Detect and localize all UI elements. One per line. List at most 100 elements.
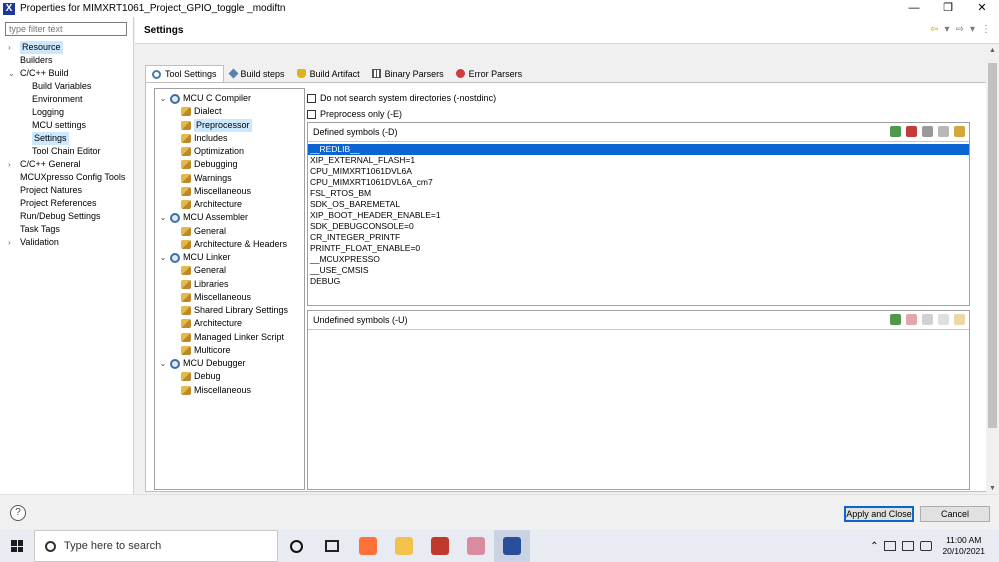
nav-item-c-c-general[interactable]: › C/C++ General xyxy=(0,158,134,171)
tree-item-miscellaneous[interactable]: Miscellaneous xyxy=(181,291,251,304)
nav-item-run-debug-settings[interactable]: Run/Debug Settings xyxy=(0,210,134,223)
move-up-icon[interactable] xyxy=(938,314,949,325)
edit-icon[interactable] xyxy=(922,126,933,137)
taskbar-app-button[interactable] xyxy=(494,530,530,562)
tab-tool-settings[interactable]: Tool Settings xyxy=(145,65,224,82)
vertical-scrollbar[interactable]: ▲ ▼ xyxy=(986,45,999,494)
nav-item-logging[interactable]: Logging xyxy=(0,106,134,119)
add-icon[interactable] xyxy=(890,126,901,137)
tree-item-architecture-headers[interactable]: Architecture & Headers xyxy=(181,238,287,251)
tree-item-preprocessor[interactable]: Preprocessor xyxy=(181,118,252,132)
apply-and-close-button[interactable]: Apply and Close xyxy=(844,506,914,522)
cortana-button[interactable] xyxy=(278,530,314,562)
back-arrow-icon[interactable]: ⇦ xyxy=(930,24,938,35)
chevron-right-icon[interactable]: › xyxy=(8,158,11,171)
filter-input[interactable] xyxy=(5,22,127,36)
tree-item-managed-linker-script[interactable]: Managed Linker Script xyxy=(181,331,284,344)
tree-item-architecture[interactable]: Architecture xyxy=(181,317,242,330)
cancel-button[interactable]: Cancel xyxy=(920,506,990,522)
scroll-up-arrow-icon[interactable]: ▲ xyxy=(986,47,999,54)
chevron-right-icon[interactable]: › xyxy=(8,41,11,54)
tree-item-mcu-c-compiler[interactable]: ⌄ MCU C Compiler xyxy=(159,92,251,105)
view-menu-icon[interactable]: ⋮ xyxy=(981,24,991,35)
forward-dropdown-icon[interactable]: ▾ xyxy=(970,24,975,35)
minimize-button[interactable]: — xyxy=(897,0,931,17)
scroll-thumb[interactable] xyxy=(988,63,997,428)
symbol-item[interactable]: __USE_CMSIS xyxy=(308,265,969,276)
symbol-item[interactable]: PRINTF_FLOAT_ENABLE=0 xyxy=(308,243,969,254)
nav-item-settings[interactable]: Settings xyxy=(0,132,134,145)
tree-item-debug[interactable]: Debug xyxy=(181,370,221,383)
taskbar-app-button[interactable] xyxy=(422,530,458,562)
nostdinc-option[interactable]: Do not search system directories (-nostd… xyxy=(307,92,496,104)
symbol-item[interactable]: FSL_RTOS_BM xyxy=(308,188,969,199)
tree-item-general[interactable]: General xyxy=(181,225,226,238)
nav-item-task-tags[interactable]: Task Tags xyxy=(0,223,134,236)
tree-item-miscellaneous[interactable]: Miscellaneous xyxy=(181,384,251,397)
chevron-right-icon[interactable]: › xyxy=(8,236,11,249)
tab-build-steps[interactable]: Build steps xyxy=(224,65,291,82)
nav-item-resource[interactable]: › Resource xyxy=(0,41,134,54)
delete-icon[interactable] xyxy=(906,314,917,325)
nav-item-project-references[interactable]: Project References xyxy=(0,197,134,210)
forward-arrow-icon[interactable]: ⇨ xyxy=(956,24,964,35)
symbol-item[interactable]: SDK_OS_BAREMETAL xyxy=(308,199,969,210)
nav-item-validation[interactable]: › Validation xyxy=(0,236,134,249)
tree-item-general[interactable]: General xyxy=(181,264,226,277)
chevron-down-icon[interactable]: ⌄ xyxy=(159,211,167,224)
tree-item-optimization[interactable]: Optimization xyxy=(181,145,244,158)
start-button[interactable] xyxy=(0,530,34,562)
tree-item-mcu-linker[interactable]: ⌄ MCU Linker xyxy=(159,251,231,264)
tree-item-mcu-assembler[interactable]: ⌄ MCU Assembler xyxy=(159,211,248,224)
scroll-down-arrow-icon[interactable]: ▼ xyxy=(986,485,999,492)
move-down-icon[interactable] xyxy=(954,314,965,325)
preprocess-only-checkbox[interactable] xyxy=(307,109,316,119)
add-icon[interactable] xyxy=(890,314,901,325)
tree-item-shared-library-settings[interactable]: Shared Library Settings xyxy=(181,304,288,317)
chevron-down-icon[interactable]: ⌄ xyxy=(8,67,15,80)
chevron-up-icon[interactable]: ⌃ xyxy=(870,541,878,552)
clock[interactable]: 11:00 AM 20/10/2021 xyxy=(942,535,985,557)
tree-item-debugging[interactable]: Debugging xyxy=(181,158,238,171)
tree-item-multicore[interactable]: Multicore xyxy=(181,344,231,357)
delete-icon[interactable] xyxy=(906,126,917,137)
chevron-down-icon[interactable]: ⌄ xyxy=(159,251,167,264)
tree-item-libraries[interactable]: Libraries xyxy=(181,278,229,291)
taskbar-app-button[interactable] xyxy=(458,530,494,562)
tree-item-warnings[interactable]: Warnings xyxy=(181,172,232,185)
tree-item-mcu-debugger[interactable]: ⌄ MCU Debugger xyxy=(159,357,246,370)
tree-item-miscellaneous[interactable]: Miscellaneous xyxy=(181,185,251,198)
symbol-item[interactable]: CPU_MIMXRT1061DVL6A xyxy=(308,166,969,177)
move-down-icon[interactable] xyxy=(954,126,965,137)
symbol-item[interactable]: __REDLIB__ xyxy=(308,144,969,155)
nav-item-project-natures[interactable]: Project Natures xyxy=(0,184,134,197)
taskbar-app-button[interactable] xyxy=(386,530,422,562)
nav-item-build-variables[interactable]: Build Variables xyxy=(0,80,134,93)
move-up-icon[interactable] xyxy=(938,126,949,137)
back-dropdown-icon[interactable]: ▾ xyxy=(945,24,950,35)
taskbar-app-button[interactable] xyxy=(350,530,386,562)
nav-item-mcuxpresso-config-tools[interactable]: MCUXpresso Config Tools xyxy=(0,171,134,184)
task-view-button[interactable] xyxy=(314,530,350,562)
tab-error-parsers[interactable]: Error Parsers xyxy=(450,65,529,82)
nav-item-environment[interactable]: Environment xyxy=(0,93,134,106)
network-icon[interactable] xyxy=(884,541,897,551)
help-icon[interactable]: ? xyxy=(10,505,26,521)
volume-icon[interactable] xyxy=(920,541,933,551)
tree-item-architecture[interactable]: Architecture xyxy=(181,198,242,211)
maximize-button[interactable]: ❐ xyxy=(931,0,965,17)
symbol-item[interactable]: DEBUG xyxy=(308,276,969,287)
taskbar-search[interactable]: Type here to search xyxy=(34,530,278,562)
symbol-item[interactable]: __MCUXPRESSO xyxy=(308,254,969,265)
edit-icon[interactable] xyxy=(922,314,933,325)
symbol-item[interactable]: CR_INTEGER_PRINTF xyxy=(308,232,969,243)
preprocess-only-option[interactable]: Preprocess only (-E) xyxy=(307,108,402,120)
tab-binary-parsers[interactable]: Binary Parsers xyxy=(366,65,450,82)
tree-item-includes[interactable]: Includes xyxy=(181,132,228,145)
nav-item-builders[interactable]: Builders xyxy=(0,54,134,67)
nostdinc-checkbox[interactable] xyxy=(307,93,316,103)
nav-item-mcu-settings[interactable]: MCU settings xyxy=(0,119,134,132)
close-button[interactable]: ✕ xyxy=(965,0,999,17)
chevron-down-icon[interactable]: ⌄ xyxy=(159,92,167,105)
symbol-item[interactable]: XIP_BOOT_HEADER_ENABLE=1 xyxy=(308,210,969,221)
